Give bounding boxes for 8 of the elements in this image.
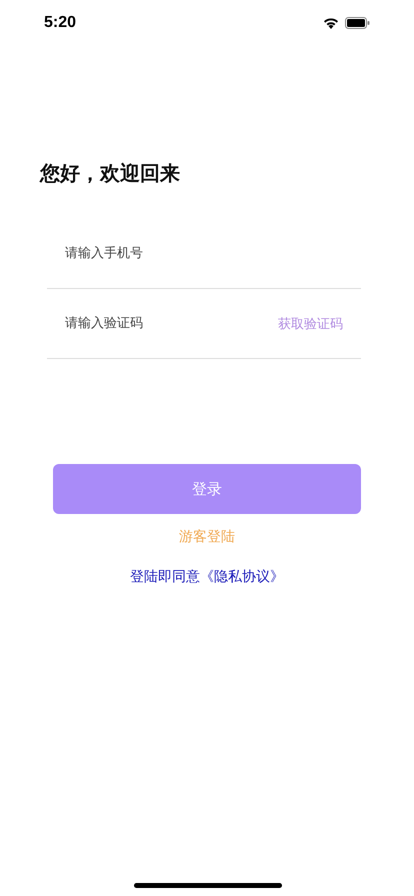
battery-icon	[345, 17, 370, 29]
privacy-agreement-link[interactable]: 登陆即同意《隐私协议》	[130, 568, 284, 586]
guest-login-link[interactable]: 游客登陆	[179, 528, 235, 546]
wifi-icon	[323, 17, 339, 29]
status-time: 5:20	[44, 14, 76, 32]
login-button[interactable]: 登录	[53, 464, 361, 514]
get-code-link[interactable]: 获取验证码	[278, 314, 343, 332]
greeting-title: 您好，欢迎回来	[40, 160, 180, 187]
